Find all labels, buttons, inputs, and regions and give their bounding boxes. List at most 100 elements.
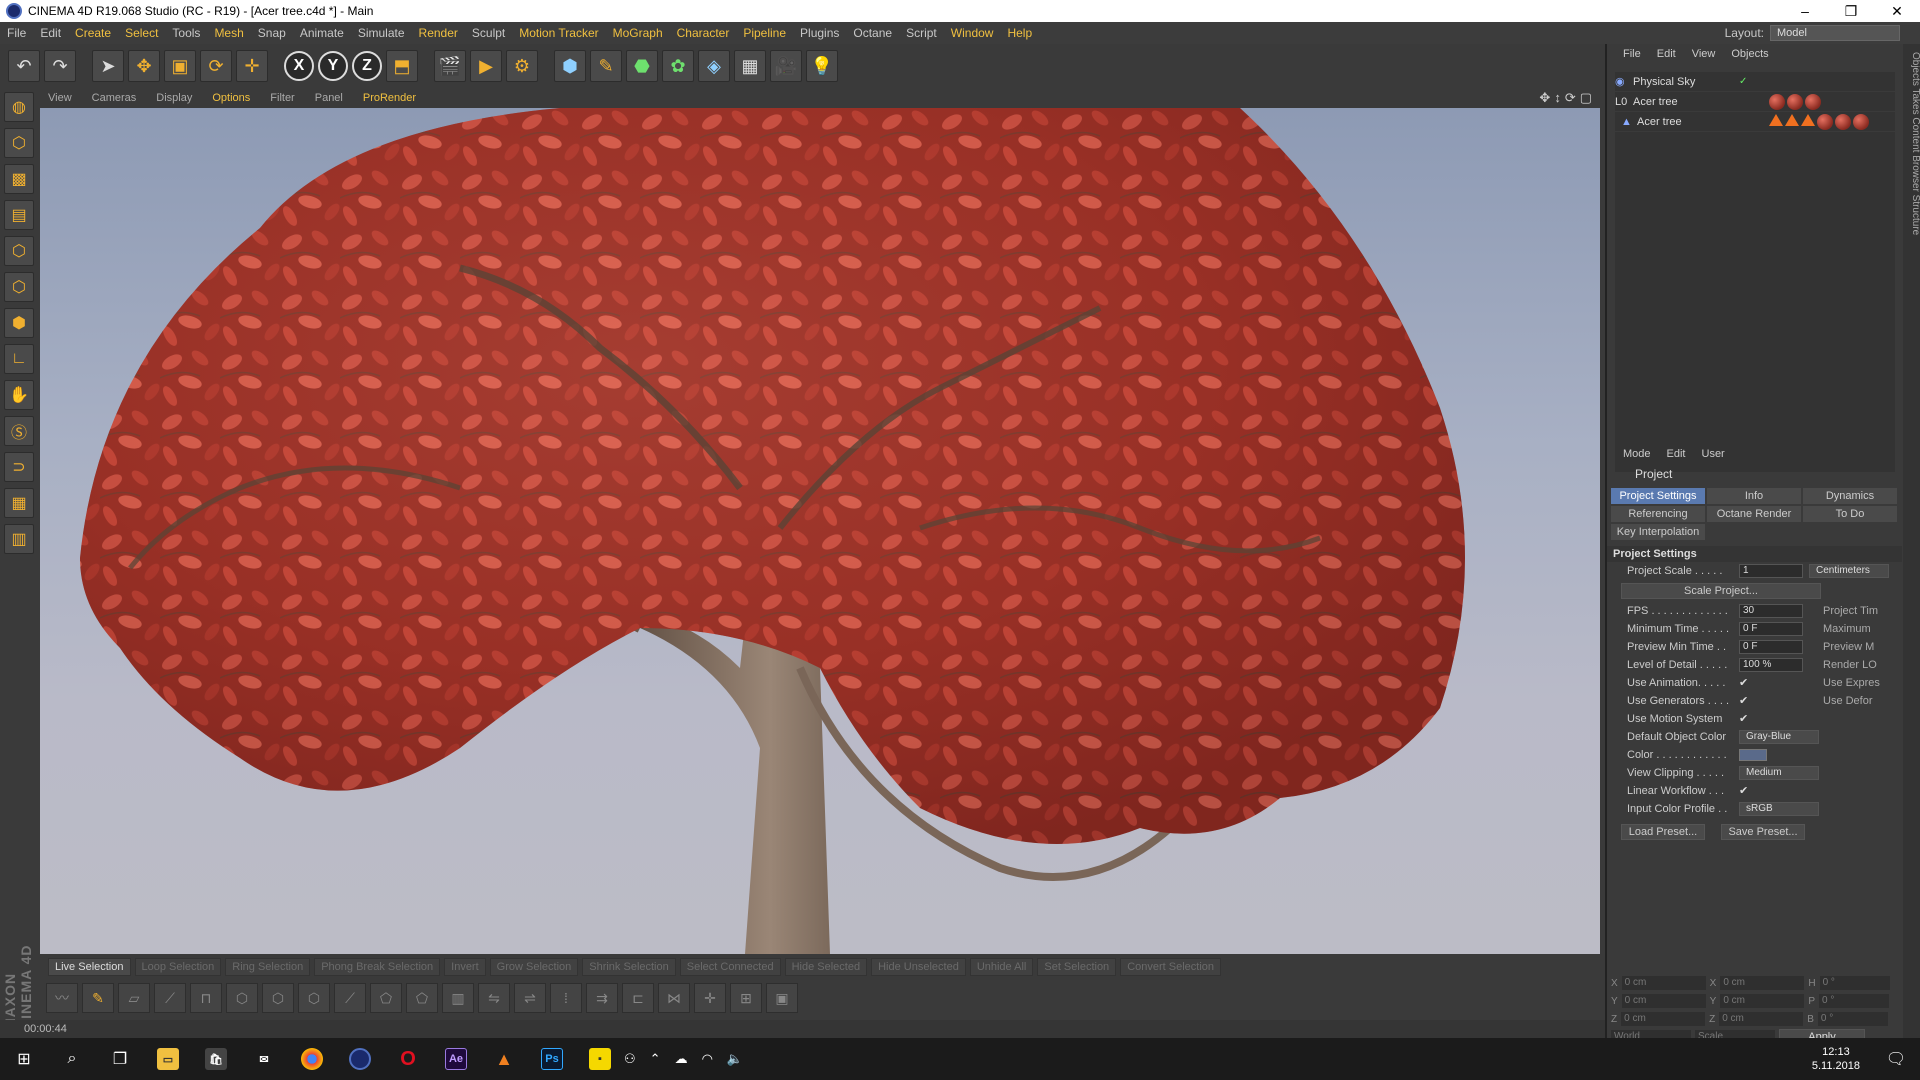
menu-animate[interactable]: Animate bbox=[293, 26, 351, 40]
dissolve-icon[interactable]: ⋈ bbox=[658, 983, 690, 1013]
spline-icon[interactable]: 〰 bbox=[46, 983, 78, 1013]
rotate-icon[interactable]: ⟳ bbox=[200, 50, 232, 82]
rotation-p-input[interactable]: 0 ° bbox=[1819, 994, 1890, 1008]
workplane-lock-icon[interactable]: ▦ bbox=[4, 488, 34, 518]
stitch-icon[interactable]: ⬠ bbox=[370, 983, 402, 1013]
extrude-inner-icon[interactable]: ⬡ bbox=[262, 983, 294, 1013]
points-mode-icon[interactable]: ⬡ bbox=[4, 236, 34, 266]
render-settings-icon[interactable]: ⚙ bbox=[506, 50, 538, 82]
undo-icon[interactable]: ↶ bbox=[8, 50, 40, 82]
recent-tool-icon[interactable]: ✛ bbox=[236, 50, 268, 82]
mail-icon[interactable]: ✉ bbox=[240, 1038, 288, 1080]
task-view-icon[interactable]: ❐ bbox=[96, 1038, 144, 1080]
objects-menu-view[interactable]: View bbox=[1684, 48, 1724, 60]
menu-script[interactable]: Script bbox=[899, 26, 944, 40]
color-swatch[interactable] bbox=[1739, 749, 1767, 761]
menu-edit[interactable]: Edit bbox=[33, 26, 68, 40]
floor-icon[interactable]: ▦ bbox=[734, 50, 766, 82]
vlc-icon[interactable]: ▲ bbox=[480, 1038, 528, 1080]
menu-mograph[interactable]: MoGraph bbox=[606, 26, 670, 40]
menu-mesh[interactable]: Mesh bbox=[207, 26, 250, 40]
attributes-menu-user[interactable]: User bbox=[1694, 448, 1733, 460]
material-tag-icon[interactable] bbox=[1853, 113, 1869, 130]
opera-icon[interactable]: O bbox=[384, 1038, 432, 1080]
size-y-input[interactable]: 0 cm bbox=[1720, 994, 1805, 1008]
material-tag-icon[interactable] bbox=[1769, 93, 1785, 110]
workplane-icon[interactable]: ▤ bbox=[4, 200, 34, 230]
deformer-icon[interactable]: ◈ bbox=[698, 50, 730, 82]
set-selection-button[interactable]: Set Selection bbox=[1037, 958, 1117, 976]
use-motion-system-checkbox[interactable]: ✔ bbox=[1739, 712, 1753, 726]
viewport-menu-filter[interactable]: Filter bbox=[260, 92, 304, 104]
edges-mode-icon[interactable]: ⬡ bbox=[4, 272, 34, 302]
coordinate-system-icon[interactable]: ⬒ bbox=[386, 50, 418, 82]
windows-start-icon[interactable]: ⊞ bbox=[0, 1038, 48, 1080]
menu-motion-tracker[interactable]: Motion Tracker bbox=[512, 26, 605, 40]
menu-tools[interactable]: Tools bbox=[165, 26, 207, 40]
convert-selection-button[interactable]: Convert Selection bbox=[1120, 958, 1222, 976]
x-axis-icon[interactable]: X bbox=[284, 51, 314, 81]
redo-icon[interactable]: ↷ bbox=[44, 50, 76, 82]
scale-project-button[interactable]: Scale Project... bbox=[1621, 583, 1821, 599]
connect-icon[interactable]: ⊏ bbox=[622, 983, 654, 1013]
viewport-menu-cameras[interactable]: Cameras bbox=[82, 92, 147, 104]
material-tag-icon[interactable] bbox=[1805, 93, 1821, 110]
unhide-all-button[interactable]: Unhide All bbox=[969, 958, 1034, 976]
minimize-button[interactable]: – bbox=[1782, 0, 1828, 22]
tab-octane-render[interactable]: Octane Render bbox=[1707, 506, 1801, 522]
cinema4d-taskbar-icon[interactable] bbox=[336, 1038, 384, 1080]
menu-octane[interactable]: Octane bbox=[846, 26, 899, 40]
minimum-time-input[interactable]: 0 F bbox=[1739, 622, 1803, 636]
notifications-icon[interactable]: 🗨 bbox=[1872, 1038, 1920, 1080]
magnet-tool-icon[interactable]: ⊓ bbox=[190, 983, 222, 1013]
light-icon[interactable]: 💡 bbox=[806, 50, 838, 82]
select-connected-button[interactable]: Select Connected bbox=[679, 958, 781, 976]
linear-workflow-checkbox[interactable]: ✔ bbox=[1739, 784, 1753, 798]
use-generators-checkbox[interactable]: ✔ bbox=[1739, 694, 1753, 708]
invert-button[interactable]: Invert bbox=[444, 958, 486, 976]
material-tag-icon[interactable] bbox=[1817, 113, 1833, 130]
phong-break-selection-button[interactable]: Phong Break Selection bbox=[314, 958, 441, 976]
model-mode-icon[interactable]: ⬡ bbox=[4, 128, 34, 158]
restore-button[interactable]: ❐ bbox=[1828, 0, 1874, 22]
after-effects-icon[interactable]: Ae bbox=[432, 1038, 480, 1080]
position-y-input[interactable]: 0 cm bbox=[1621, 994, 1706, 1008]
attributes-menu-mode[interactable]: Mode bbox=[1615, 448, 1659, 460]
menu-render[interactable]: Render bbox=[412, 26, 465, 40]
viewport-menu-display[interactable]: Display bbox=[146, 92, 202, 104]
smooth-shift-icon[interactable]: ⇌ bbox=[514, 983, 546, 1013]
volume-icon[interactable]: 🔈 bbox=[727, 1051, 743, 1067]
side-tabs[interactable]: Objects Takes Content Browser Structure bbox=[1903, 44, 1920, 1038]
loop-selection-button[interactable]: Loop Selection bbox=[134, 958, 222, 976]
brush-icon[interactable]: ✎ bbox=[82, 983, 114, 1013]
iron-icon[interactable]: ▥ bbox=[442, 983, 474, 1013]
tab-dynamics[interactable]: Dynamics bbox=[1803, 488, 1897, 504]
level-of-detail-input[interactable]: 100 % bbox=[1739, 658, 1803, 672]
visibility-check-icon[interactable]: ✓ bbox=[1739, 76, 1769, 87]
menu-plugins[interactable]: Plugins bbox=[793, 26, 846, 40]
ring-selection-button[interactable]: Ring Selection bbox=[225, 958, 311, 976]
axis-mode-icon[interactable]: ∟ bbox=[4, 344, 34, 374]
select-arrow-icon[interactable]: ➤ bbox=[92, 50, 124, 82]
view-clipping-select[interactable]: Medium bbox=[1739, 766, 1819, 780]
move-icon[interactable]: ✥ bbox=[128, 50, 160, 82]
tab-to-do[interactable]: To Do bbox=[1803, 506, 1897, 522]
objects-menu-objects[interactable]: Objects bbox=[1723, 48, 1776, 60]
menu-character[interactable]: Character bbox=[670, 26, 737, 40]
close-button[interactable]: ✕ bbox=[1874, 0, 1920, 22]
knife-icon[interactable]: ⟋ bbox=[154, 983, 186, 1013]
sticky-notes-icon[interactable]: ▪ bbox=[576, 1038, 624, 1080]
size-z-input[interactable]: 0 cm bbox=[1719, 1012, 1804, 1026]
project-scale-unit-select[interactable]: Centimeters bbox=[1809, 564, 1889, 578]
tweak-mode-icon[interactable]: ✋ bbox=[4, 380, 34, 410]
phong-tag-icon[interactable] bbox=[1801, 113, 1815, 126]
bridge-icon[interactable]: ⟋ bbox=[334, 983, 366, 1013]
tab-key-interpolation[interactable]: Key Interpolation bbox=[1611, 524, 1705, 540]
position-x-input[interactable]: 0 cm bbox=[1621, 976, 1706, 990]
menu-file[interactable]: File bbox=[0, 26, 33, 40]
camera-icon[interactable]: 🎥 bbox=[770, 50, 802, 82]
slide-icon[interactable]: ⇋ bbox=[478, 983, 510, 1013]
size-x-input[interactable]: 0 cm bbox=[1720, 976, 1805, 990]
menu-sculpt[interactable]: Sculpt bbox=[465, 26, 512, 40]
texture-mode-icon[interactable]: ▩ bbox=[4, 164, 34, 194]
